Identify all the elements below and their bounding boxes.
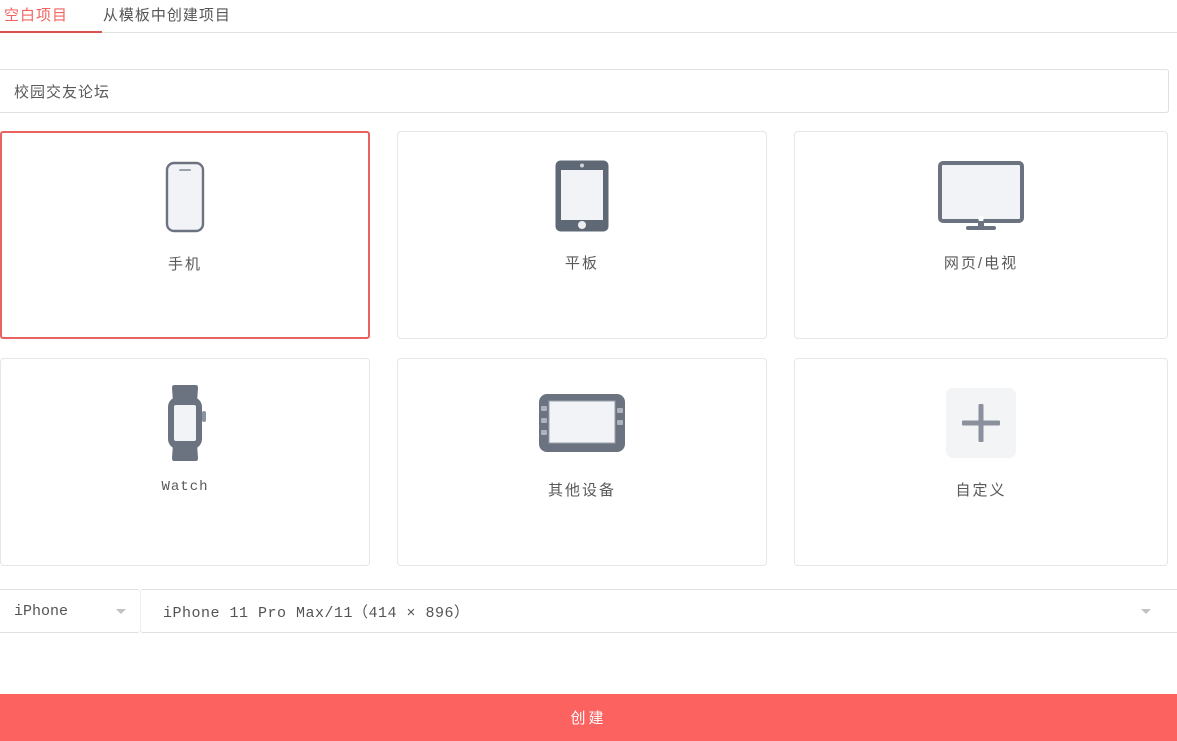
monitor-icon [938,140,1024,252]
device-brand-value: iPhone [14,602,69,620]
device-model-select[interactable]: iPhone 11 Pro Max/11（414 × 896） [140,589,1177,633]
tab-from-template[interactable]: 从模板中创建项目 [101,0,233,32]
device-card-custom[interactable]: 自定义 [794,358,1168,566]
active-tab-indicator [0,31,102,33]
device-card-label: 平板 [564,255,599,272]
device-type-grid: 手机 平板 网页/电视 Watch 其他设备 自定义 [0,131,1177,566]
project-name-input[interactable] [0,69,1169,113]
device-card-tablet[interactable]: 平板 [397,131,767,339]
device-card-web-tv[interactable]: 网页/电视 [794,131,1168,339]
device-card-label: 自定义 [955,482,1007,499]
tab-bar: 空白项目 从模板中创建项目 [0,0,1177,33]
device-icon [537,367,627,479]
device-model-value: iPhone 11 Pro Max/11（414 × 896） [163,604,470,622]
phone-icon [165,141,205,253]
device-card-label: 网页/电视 [943,255,1019,272]
plus-icon [946,367,1016,479]
create-button[interactable]: 创建 [0,694,1177,741]
device-card-watch[interactable]: Watch [0,358,370,566]
tablet-icon [554,140,610,252]
watch-icon [161,367,209,479]
device-card-label: 手机 [167,256,202,273]
device-size-row: iPhone iPhone 11 Pro Max/11（414 × 896） [0,589,1177,633]
chevron-down-icon [1141,609,1151,614]
project-name-row [0,69,1177,113]
device-card-other[interactable]: 其他设备 [397,358,767,566]
device-card-label: 其他设备 [547,482,616,499]
chevron-down-icon [116,609,126,614]
device-card-label: Watch [161,479,209,495]
device-card-phone[interactable]: 手机 [0,131,370,339]
new-project-dialog: 空白项目 从模板中创建项目 手机 [0,0,1177,633]
device-brand-select[interactable]: iPhone [0,589,140,633]
tab-blank-project[interactable]: 空白项目 [2,0,70,32]
